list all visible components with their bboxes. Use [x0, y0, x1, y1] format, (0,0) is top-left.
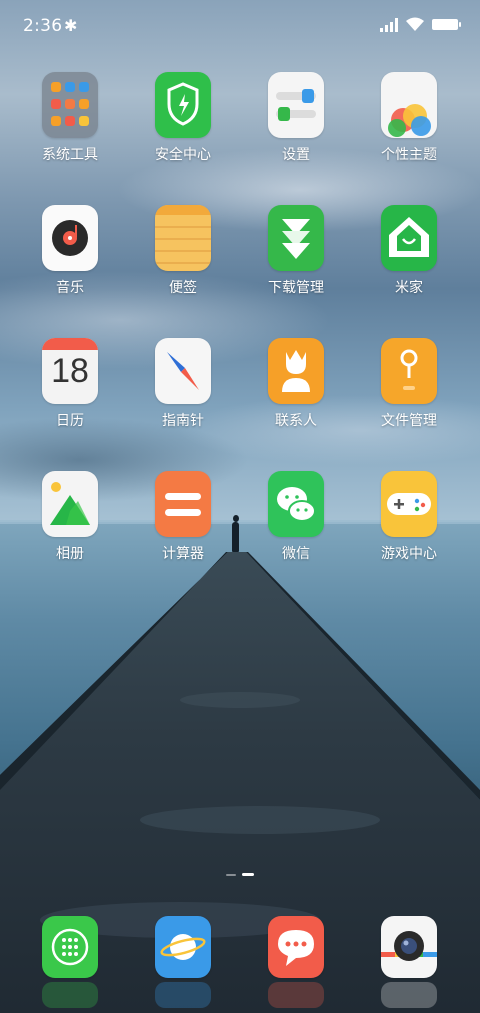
app-label: 联系人 [275, 413, 317, 429]
app-system-tools-folder[interactable]: 系统工具 [20, 72, 120, 164]
contacts-person-icon [268, 338, 324, 404]
app-wechat[interactable]: 微信 [246, 471, 346, 563]
app-label: 米家 [395, 280, 423, 296]
page-indicator[interactable] [226, 873, 256, 877]
status-bar: 2:36 ✱ [0, 0, 480, 52]
app-gallery[interactable]: 相册 [20, 471, 120, 563]
wifi-icon [406, 17, 424, 31]
icon-reflection [268, 982, 324, 1008]
app-label: 便签 [169, 280, 197, 296]
gallery-mountain-icon [42, 471, 98, 537]
app-game-center[interactable]: 游戏中心 [359, 471, 459, 563]
app-contacts[interactable]: 联系人 [246, 338, 346, 430]
app-label: 指南针 [162, 413, 204, 429]
app-music[interactable]: 音乐 [20, 205, 120, 297]
app-downloads[interactable]: 下载管理 [246, 205, 346, 297]
game-controller-icon [381, 471, 437, 537]
page-dot-current[interactable] [242, 873, 254, 876]
app-label: 游戏中心 [381, 546, 437, 562]
dock-camera[interactable] [381, 916, 437, 1008]
shield-bolt-icon [155, 72, 211, 138]
app-label: 安全中心 [155, 147, 211, 163]
app-themes[interactable]: 个性主题 [359, 72, 459, 164]
messages-bubble-icon [268, 916, 324, 978]
file-manager-pin-icon [381, 338, 437, 404]
dock-messages[interactable] [268, 916, 324, 1008]
dock-browser[interactable] [155, 916, 211, 1008]
wechat-bubbles-icon [268, 471, 324, 537]
app-calculator[interactable]: 计算器 [133, 471, 233, 563]
app-label: 日历 [56, 413, 84, 429]
battery-icon [432, 19, 461, 30]
icon-reflection [155, 982, 211, 1008]
app-label: 文件管理 [381, 413, 437, 429]
app-label: 系统工具 [42, 147, 98, 163]
compass-needle-icon [155, 338, 211, 404]
app-label: 微信 [282, 546, 310, 562]
app-calendar[interactable]: 18 日历 [20, 338, 120, 430]
icon-reflection [381, 982, 437, 1008]
phone-keypad-icon [42, 916, 98, 978]
app-file-manager[interactable]: 文件管理 [359, 338, 459, 430]
app-compass[interactable]: 指南针 [133, 338, 233, 430]
settings-toggles-icon [268, 72, 324, 138]
calendar-day: 18 [51, 352, 89, 390]
person-silhouette [232, 515, 239, 552]
folder-system-tools-icon [42, 72, 98, 138]
app-label: 下载管理 [268, 280, 324, 296]
camera-lens-icon [381, 916, 437, 978]
bluetooth-icon: ✱ [64, 16, 78, 35]
app-settings[interactable]: 设置 [246, 72, 346, 164]
app-label: 个性主题 [381, 147, 437, 163]
cell-signal-icon [380, 18, 398, 32]
dock-phone[interactable] [42, 916, 98, 1008]
notes-lines-icon [155, 205, 211, 271]
icon-reflection [42, 982, 98, 1008]
music-disc-icon [42, 205, 98, 271]
mi-home-house-icon [381, 205, 437, 271]
app-label: 音乐 [56, 280, 84, 296]
app-mi-home[interactable]: 米家 [359, 205, 459, 297]
app-notes[interactable]: 便签 [133, 205, 233, 297]
app-label: 计算器 [162, 546, 204, 562]
app-label: 相册 [56, 546, 84, 562]
clock: 2:36 [23, 16, 63, 36]
calculator-bars-icon [155, 471, 211, 537]
calendar-icon: 18 [42, 338, 98, 404]
download-arrows-icon [268, 205, 324, 271]
page-dot[interactable] [226, 874, 236, 876]
browser-planet-icon [155, 916, 211, 978]
app-security-center[interactable]: 安全中心 [133, 72, 233, 164]
app-label: 设置 [282, 147, 310, 163]
themes-balloons-icon [381, 72, 437, 138]
